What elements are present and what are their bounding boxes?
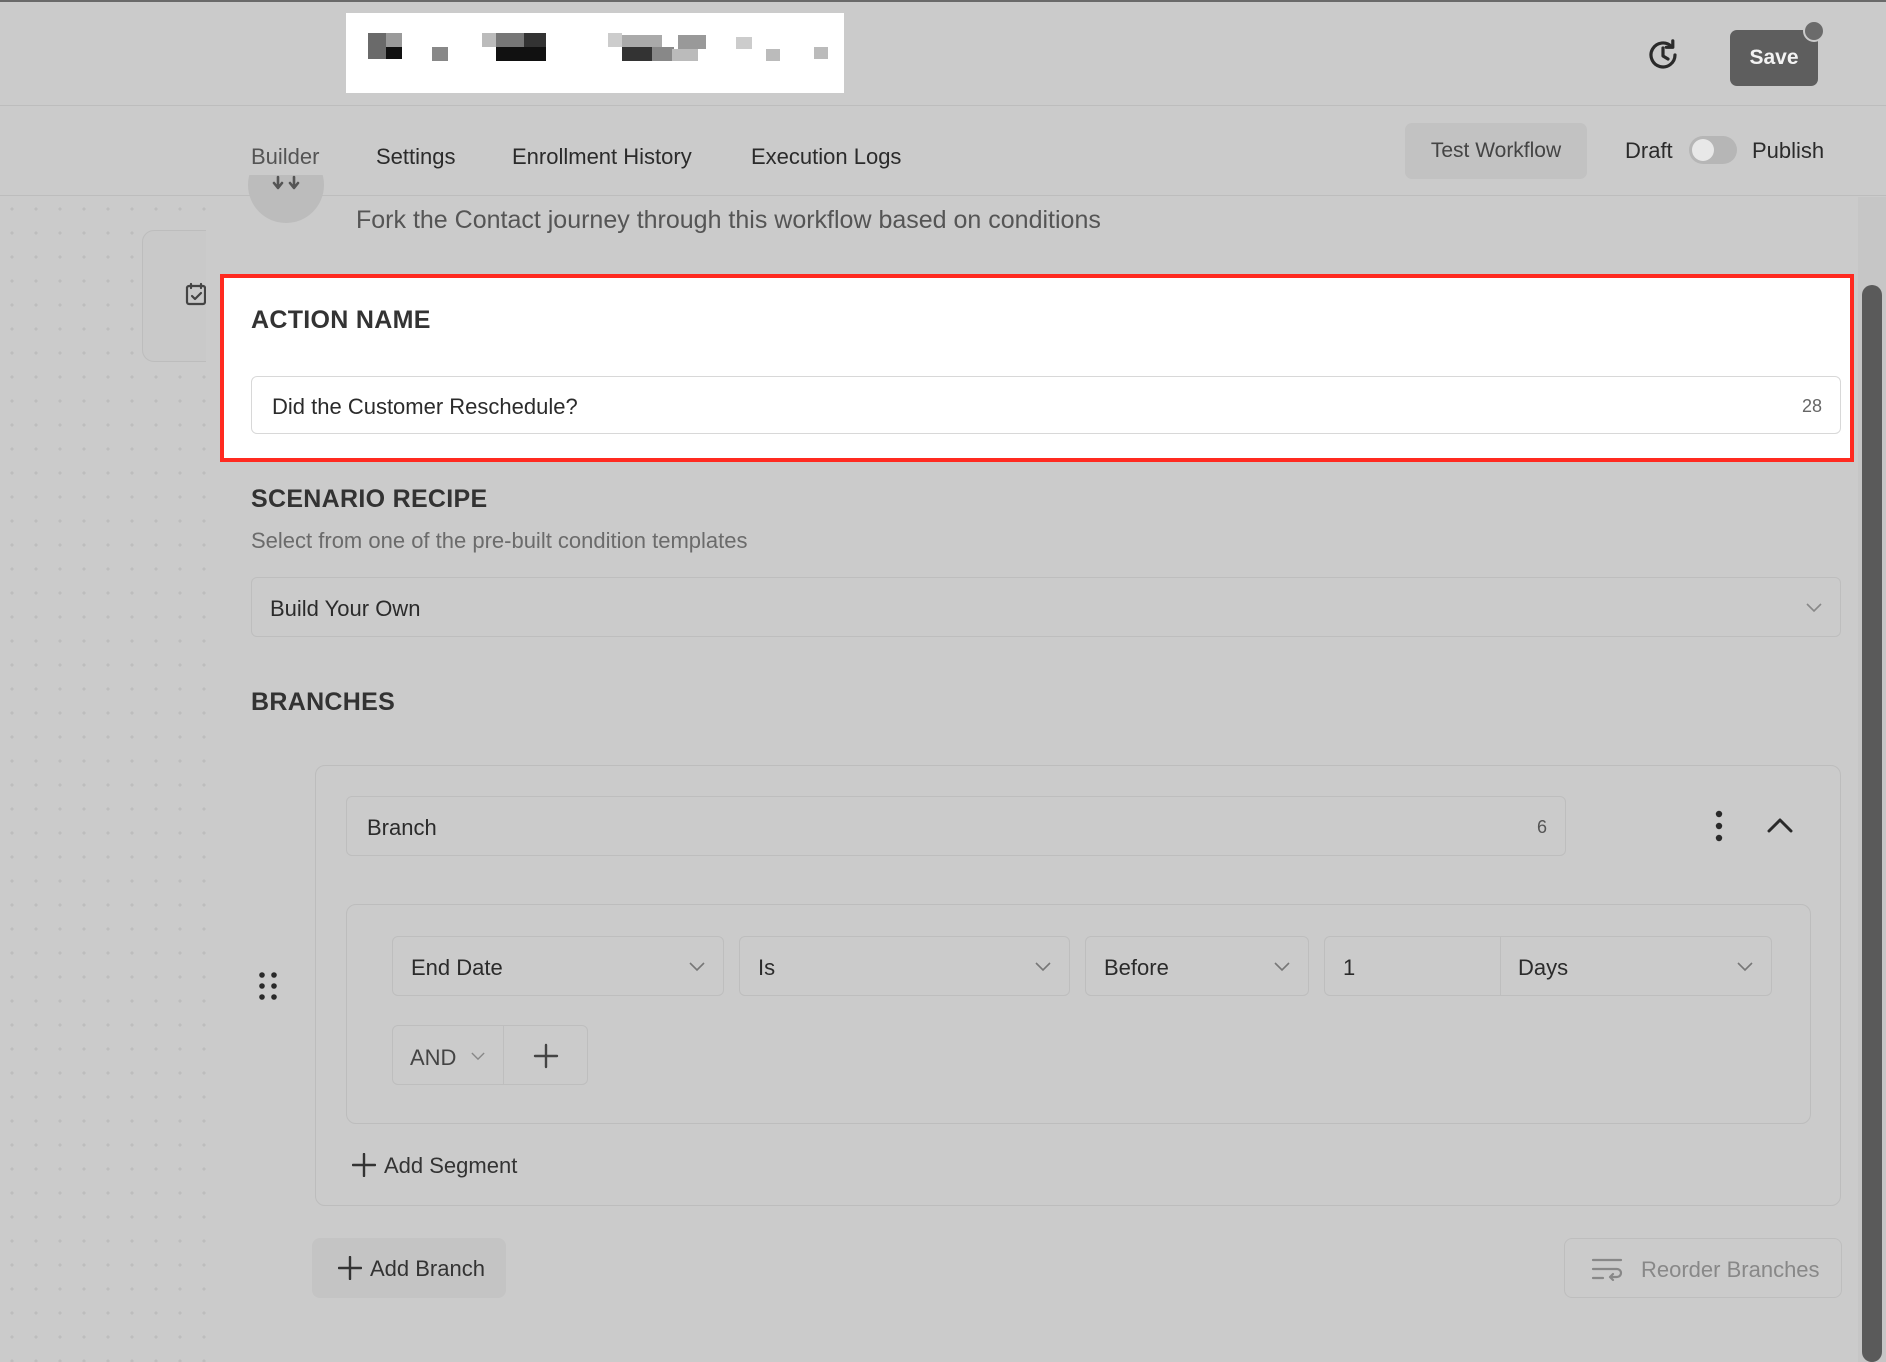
- condition-field-select[interactable]: End Date: [392, 936, 724, 996]
- add-segment-label: Add Segment: [384, 1153, 518, 1178]
- top-bar: Save: [0, 0, 1886, 106]
- chevron-down-icon: [471, 1052, 485, 1061]
- chevron-down-icon: [689, 962, 705, 972]
- scenario-recipe-select[interactable]: Build Your Own: [251, 577, 1841, 637]
- tab-settings[interactable]: Settings: [376, 144, 456, 170]
- condition-operator-select[interactable]: Is: [739, 936, 1070, 996]
- reorder-branches-button[interactable]: Reorder Branches: [1564, 1238, 1842, 1298]
- tab-execution-logs[interactable]: Execution Logs: [751, 144, 901, 170]
- add-branch-button[interactable]: Add Branch: [312, 1238, 506, 1298]
- chevron-down-icon: [1035, 962, 1051, 972]
- scenario-recipe-subtitle: Select from one of the pre-built conditi…: [251, 528, 748, 553]
- action-name-title: ACTION NAME: [251, 306, 431, 334]
- branch-name-value: Branch: [367, 815, 437, 840]
- test-workflow-button[interactable]: Test Workflow: [1405, 123, 1587, 179]
- branch-name-char-count: 6: [1536, 817, 1547, 837]
- unsaved-indicator-dot: [1803, 20, 1825, 42]
- action-name-input[interactable]: Did the Customer Reschedule? 28: [251, 376, 1841, 434]
- chevron-down-icon: [1737, 962, 1753, 972]
- joiner-select[interactable]: AND: [410, 1045, 456, 1071]
- scenario-recipe-value: Build Your Own: [270, 596, 421, 621]
- action-name-value: Did the Customer Reschedule?: [272, 394, 578, 419]
- add-segment-button[interactable]: Add Segment: [350, 1150, 530, 1182]
- toggle-knob: [1692, 139, 1714, 161]
- workflow-canvas[interactable]: [0, 197, 206, 1362]
- condition-field-value: End Date: [411, 955, 503, 980]
- panel-scrollbar-thumb[interactable]: [1862, 285, 1882, 1362]
- split-arrows-icon: [272, 175, 300, 190]
- add-condition-plus-icon[interactable]: [533, 1043, 559, 1069]
- condition-relation-select[interactable]: Before: [1085, 936, 1309, 996]
- tab-enrollment-history[interactable]: Enrollment History: [512, 144, 692, 170]
- plus-icon: [352, 1153, 376, 1177]
- condition-operator-value: Is: [758, 955, 776, 980]
- publish-toggle[interactable]: [1689, 136, 1737, 164]
- duration-divider: [1500, 937, 1501, 995]
- chevron-down-icon: [1806, 603, 1822, 613]
- plus-icon: [338, 1256, 362, 1280]
- publish-label: Publish: [1752, 138, 1825, 163]
- reorder-lines-icon: [1591, 1258, 1623, 1281]
- condition-joiner-group: AND: [392, 1025, 588, 1085]
- joiner-divider: [503, 1026, 504, 1084]
- redacted-workflow-title: [346, 13, 844, 93]
- action-name-char-count: 28: [1801, 396, 1822, 416]
- collapse-chevron-up-icon[interactable]: [1766, 814, 1794, 836]
- condition-unit-value[interactable]: Days: [1518, 955, 1568, 981]
- reorder-branches-label: Reorder Branches: [1641, 1257, 1820, 1282]
- more-options-icon[interactable]: [1708, 808, 1730, 844]
- draft-label: Draft: [1625, 138, 1673, 163]
- condition-amount-input[interactable]: 1: [1343, 955, 1355, 981]
- drag-handle-icon[interactable]: [256, 970, 280, 1002]
- branches-title: BRANCHES: [251, 688, 396, 716]
- add-branch-label: Add Branch: [370, 1256, 485, 1281]
- history-icon[interactable]: [1644, 36, 1682, 74]
- scenario-recipe-title: SCENARIO RECIPE: [251, 485, 488, 513]
- tab-builder[interactable]: Builder: [251, 144, 319, 170]
- action-description: Fork the Contact journey through this wo…: [356, 206, 1101, 234]
- branch-name-input[interactable]: Branch 6: [346, 796, 1566, 856]
- chevron-down-icon: [1274, 962, 1290, 972]
- condition-relation-value: Before: [1104, 955, 1169, 980]
- save-button[interactable]: Save: [1730, 30, 1818, 86]
- if-else-action-badge: [248, 175, 324, 223]
- condition-duration-group: 1 Days: [1324, 936, 1772, 996]
- calendar-check-icon: [185, 282, 207, 306]
